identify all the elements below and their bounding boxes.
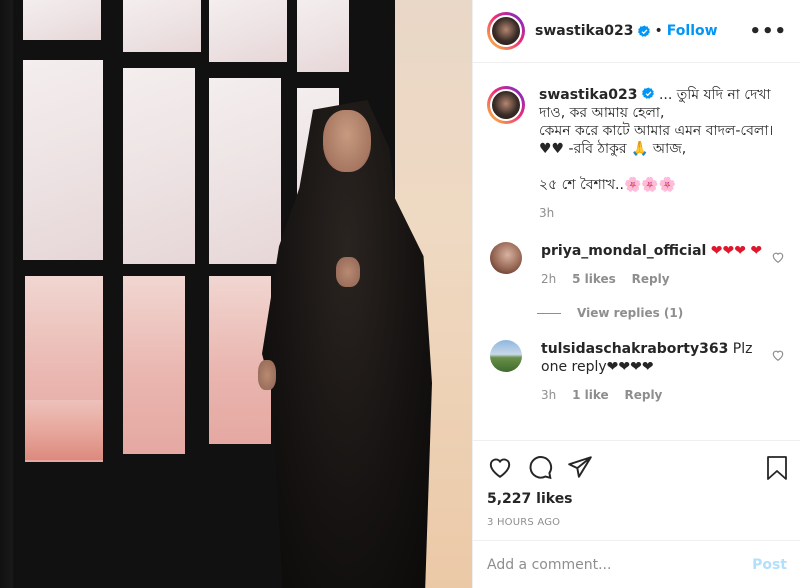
window-pane	[209, 0, 287, 62]
caption-age[interactable]: 3h	[539, 206, 554, 220]
comment-body: priya_mondal_official ❤❤❤ ❤ 2h 5 likes R…	[541, 242, 765, 288]
comment-icon[interactable]	[527, 454, 553, 480]
heart-icon[interactable]	[771, 250, 785, 264]
action-icons	[487, 453, 787, 481]
comment-body: tulsidaschakraborty363 Plz one reply❤❤❤❤…	[541, 340, 765, 404]
post-timestamp[interactable]: 3 HOURS AGO	[487, 517, 787, 528]
heart-icon[interactable]	[771, 348, 785, 362]
window-pane	[123, 68, 195, 264]
comment-username[interactable]: priya_mondal_official	[541, 243, 706, 259]
window-pane	[123, 0, 201, 52]
add-comment-bar: Post	[473, 540, 800, 588]
comment: tulsidaschakraborty363 Plz one reply❤❤❤❤…	[487, 340, 785, 404]
comment-age[interactable]: 2h	[541, 272, 556, 286]
comment-meta: 3h 1 like Reply	[541, 386, 765, 404]
window-pane	[25, 400, 103, 460]
caption-body: swastika023 ... তুমি যদি না দেখা দাও, কর…	[539, 86, 779, 222]
comment-likes[interactable]: 5 likes	[572, 272, 616, 286]
view-replies-label[interactable]: View replies (1)	[577, 306, 683, 320]
post-button[interactable]: Post	[752, 557, 787, 573]
face	[323, 110, 371, 172]
caption-username[interactable]: swastika023	[539, 87, 638, 103]
post-username[interactable]: swastika023	[535, 23, 634, 39]
comments-list[interactable]: swastika023 ... তুমি যদি না দেখা দাও, কর…	[473, 64, 800, 439]
comment: priya_mondal_official ❤❤❤ ❤ 2h 5 likes R…	[487, 242, 785, 288]
follow-button[interactable]: Follow	[667, 23, 718, 39]
likes-count[interactable]: 5,227 likes	[487, 491, 787, 507]
post-photo[interactable]	[0, 0, 472, 588]
more-options-icon[interactable]: •••	[749, 21, 787, 42]
story-ring[interactable]	[487, 12, 525, 50]
window-pane	[123, 276, 185, 454]
post-actions: 5,227 likes 3 HOURS AGO	[473, 440, 800, 540]
comment-input[interactable]	[487, 556, 737, 573]
caption: swastika023 ... তুমি যদি না দেখা দাও, কর…	[487, 86, 785, 222]
post-header: swastika023 • Follow •••	[473, 0, 800, 63]
hand	[258, 360, 276, 390]
reply-button[interactable]: Reply	[624, 388, 662, 402]
avatar[interactable]	[490, 340, 522, 372]
story-ring[interactable]	[487, 86, 525, 124]
comment-likes[interactable]: 1 like	[572, 388, 609, 402]
post-sidebar: swastika023 • Follow ••• swastika023 ...…	[472, 0, 800, 588]
heart-icon[interactable]	[487, 454, 513, 480]
reply-button[interactable]: Reply	[632, 272, 670, 286]
avatar[interactable]	[490, 89, 522, 121]
caption-text: swastika023 ... তুমি যদি না দেখা দাও, কর…	[539, 86, 779, 194]
verified-badge-icon	[641, 87, 654, 99]
comment-text: ❤❤❤ ❤	[706, 243, 763, 259]
share-icon[interactable]	[567, 454, 593, 480]
window-pane	[209, 78, 281, 264]
window-pane	[23, 0, 101, 40]
view-replies[interactable]: View replies (1)	[537, 306, 785, 320]
window-pane	[297, 0, 349, 72]
comment-meta: 2h 5 likes Reply	[541, 270, 765, 288]
hand	[336, 257, 360, 287]
bookmark-icon[interactable]	[765, 455, 789, 481]
separator-dot: •	[654, 23, 663, 39]
avatar[interactable]	[490, 15, 522, 47]
verified-badge-icon	[637, 25, 650, 37]
avatar[interactable]	[490, 242, 522, 274]
comment-age[interactable]: 3h	[541, 388, 556, 402]
replies-line	[537, 312, 561, 314]
comment-username[interactable]: tulsidaschakraborty363	[541, 341, 728, 357]
caption-meta: 3h	[539, 204, 779, 222]
window-pane	[23, 60, 103, 260]
